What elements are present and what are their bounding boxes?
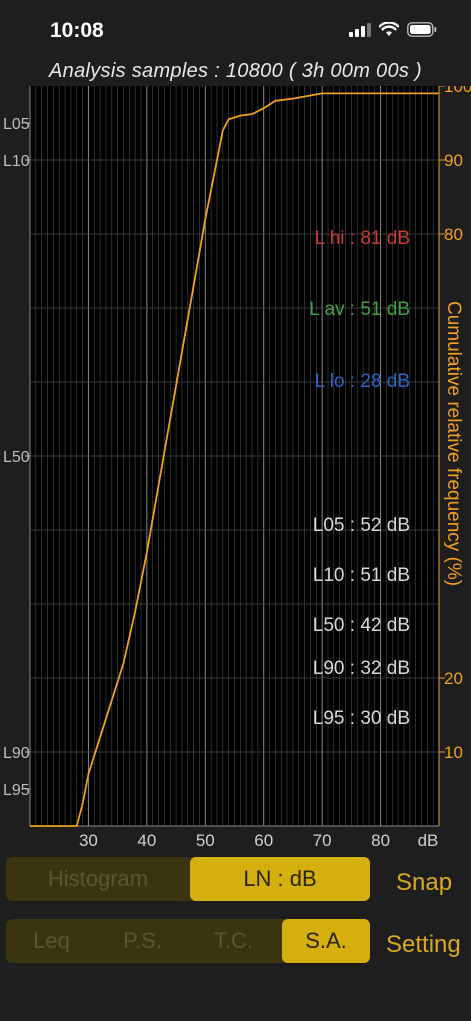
tab-leq[interactable]: Leq: [6, 919, 97, 963]
left-marker-label: L95: [3, 782, 30, 799]
status-time: 10:08: [50, 19, 104, 42]
tab-sa[interactable]: S.A.: [282, 919, 370, 963]
stat-l90: L90 : 32 dB: [313, 658, 410, 679]
right-axis-label: Cumulative relative frequency (%): [443, 301, 464, 586]
cellular-signal-icon: [349, 22, 371, 37]
stat-l-hi: L hi : 81 dB: [315, 228, 410, 249]
status-icons: [349, 22, 437, 37]
x-tick-label: dB: [418, 831, 439, 850]
battery-icon: [407, 22, 437, 37]
tab-histogram[interactable]: Histogram: [6, 857, 190, 901]
x-tick-label: 70: [313, 831, 332, 850]
status-bar: 10:08: [0, 0, 471, 60]
x-tick-label: 30: [79, 831, 98, 850]
tab-ps[interactable]: P.S.: [97, 919, 188, 963]
x-tick-label: 40: [137, 831, 156, 850]
x-tick-label: 50: [196, 831, 215, 850]
left-marker-label: L50: [3, 449, 30, 466]
tab-tc[interactable]: T.C.: [188, 919, 279, 963]
x-tick-label: 60: [254, 831, 273, 850]
cumulative-frequency-chart: 30 40 50 60 70 80 dB 10 20 80 90 100 L05 L10 L50 L90 L95…: [3, 86, 471, 850]
left-marker-label: L10: [3, 153, 30, 170]
setting-button[interactable]: Setting: [386, 931, 461, 959]
left-marker-label: L05: [3, 116, 30, 133]
left-marker-label: L90: [3, 745, 30, 762]
stat-l-lo: L lo : 28 dB: [315, 371, 410, 392]
y-right-tick-label: 10: [444, 743, 463, 762]
stat-l-av: L av : 51 dB: [309, 299, 410, 320]
y-right-tick-label: 100: [444, 86, 471, 96]
view-toggle: Histogram LN : dB: [6, 857, 370, 901]
y-right-tick-label: 90: [444, 151, 463, 170]
stat-l05: L05 : 52 dB: [313, 515, 410, 536]
stat-l50: L50 : 42 dB: [313, 615, 410, 636]
y-right-tick-label: 80: [444, 225, 463, 244]
y-right-tick-label: 20: [444, 669, 463, 688]
stat-l10: L10 : 51 dB: [313, 565, 410, 586]
mode-toggle: Leq P.S. T.C. S.A.: [6, 919, 370, 963]
snap-button[interactable]: Snap: [396, 869, 452, 897]
x-tick-label: 80: [371, 831, 390, 850]
wifi-icon: [379, 22, 399, 36]
stat-l95: L95 : 30 dB: [313, 708, 410, 729]
analysis-samples-title: Analysis samples : 10800 ( 3h 00m 00s ): [49, 60, 422, 82]
tab-ln-db[interactable]: LN : dB: [190, 857, 370, 901]
